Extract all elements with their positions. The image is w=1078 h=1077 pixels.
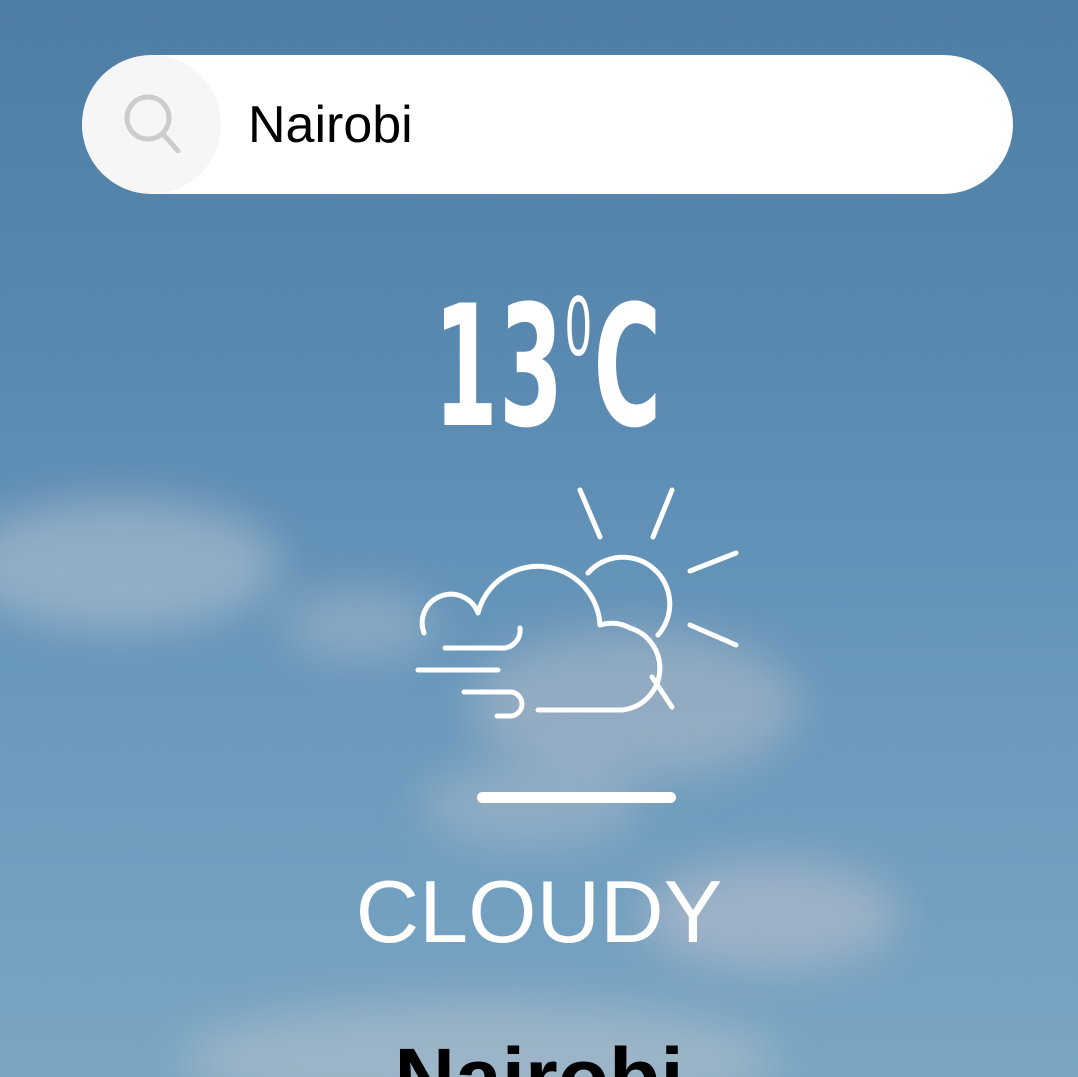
search-icon: [124, 94, 181, 153]
temperature-display: 130C: [340, 262, 740, 472]
cloud-sun-wind-icon: [415, 487, 739, 719]
search-input[interactable]: [248, 77, 968, 172]
cloud-decoration: [420, 760, 640, 850]
temperature-unit: C: [593, 269, 663, 465]
cloud-decoration: [0, 500, 280, 630]
temperature-value: 13: [433, 269, 565, 465]
weather-condition: CLOUDY: [355, 862, 723, 961]
divider: [477, 792, 676, 803]
city-name: Nairobi: [239, 1028, 839, 1077]
search-button[interactable]: [82, 55, 221, 194]
search-bar: [82, 55, 1013, 194]
degree-symbol: 0: [564, 281, 594, 374]
